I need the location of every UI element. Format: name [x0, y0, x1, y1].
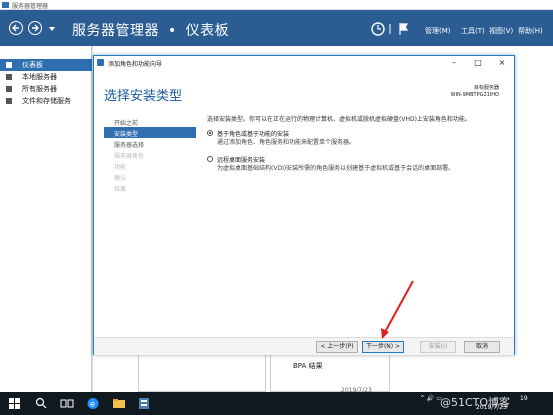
watermark: @51CTO博客 [440, 396, 511, 409]
installation-type-description: 选择安装类型。你可以在正在运行的物理计算机、虚拟机或脱机虚拟硬盘(VHD)上安装… [207, 116, 471, 123]
task-view-icon[interactable] [60, 397, 74, 410]
destination-server-label: 目标服务器 [473, 85, 499, 91]
app-header: 服务器管理器 • 仪表板 管理(M) 工具(T) 视图(V) 帮助(H) [0, 10, 553, 46]
menu-manage[interactable]: 管理(M) [425, 26, 451, 36]
step-features: 功能 [104, 160, 196, 171]
wizard-icon [97, 59, 104, 66]
wizard-heading: 选择安装类型 [104, 89, 183, 104]
step-label: 结果 [114, 186, 127, 193]
sidebar-item-label: 文件和存储服务 [22, 97, 71, 105]
refresh-icon[interactable] [371, 22, 385, 36]
sidebar-item-local-server[interactable]: 本地服务器 [0, 71, 92, 83]
server-manager-taskbar-icon[interactable] [137, 397, 151, 410]
sidebar-item-label: 仪表板 [22, 61, 43, 69]
back-button[interactable] [9, 21, 23, 35]
sidebar-item-all-servers[interactable]: 所有服务器 [0, 83, 92, 95]
server-manager-icon [2, 2, 9, 8]
step-label: 安装类型 [114, 131, 139, 138]
step-server-roles: 服务器角色 [104, 149, 196, 160]
option-description: 为虚拟桌面基础结构(VDI)安装所需的角色服务以创建基于虚拟机或基于会话的桌面部… [217, 165, 455, 172]
edge-browser-icon[interactable]: e [86, 397, 100, 410]
window-title: 服务器管理器 [12, 3, 49, 10]
dialog-footer: < 上一步(P) 下一步(N) > 安装(I) 取消 [94, 337, 514, 355]
forward-button[interactable] [28, 21, 42, 35]
file-explorer-icon[interactable] [112, 397, 126, 410]
destination-server-name: WIN-9MBTPG21IHO [450, 92, 499, 98]
sidebar-item-file-storage[interactable]: 文件和存储服务 [0, 95, 92, 107]
tray-icons: ^ 🔊 ▭ [420, 395, 442, 402]
storage-icon [6, 98, 12, 104]
arrow-right-icon [32, 24, 39, 32]
step-label: 开始之前 [114, 120, 139, 127]
option-description: 通过添加角色、角色服务和功能来配置单个服务器。 [217, 139, 356, 146]
close-button[interactable]: × [490, 57, 514, 69]
radio-role-based[interactable] [207, 130, 213, 136]
next-button[interactable]: 下一步(N) > [362, 341, 404, 353]
add-roles-wizard: 添加角色和功能向导 – □ × 选择安装类型 目标服务器 WIN-9MBTPG2… [93, 55, 515, 355]
menu-view[interactable]: 视图(V) [489, 26, 513, 36]
svg-text:e: e [90, 400, 95, 409]
server-icon [6, 74, 12, 80]
step-results: 结果 [104, 182, 196, 193]
app-title: 服务器管理器 [72, 23, 159, 39]
header-tools [371, 22, 409, 36]
dialog-titlebar: 添加角色和功能向导 – □ × [94, 56, 514, 70]
servers-icon [6, 86, 12, 92]
dashboard-right-panel [513, 46, 553, 392]
page-name: 仪表板 [185, 23, 230, 39]
step-server-selection[interactable]: 服务器选择 [104, 138, 196, 149]
previous-button[interactable]: < 上一步(P) [316, 341, 358, 353]
step-label: 服务器角色 [114, 153, 145, 160]
arrow-left-icon [12, 24, 19, 32]
history-dropdown-icon[interactable] [49, 27, 55, 31]
menu-tools[interactable]: 工具(T) [461, 26, 485, 36]
cancel-button[interactable]: 取消 [464, 341, 500, 353]
page-title: 服务器管理器 • 仪表板 [72, 20, 229, 40]
step-installation-type[interactable]: 安装类型 [104, 127, 196, 138]
dashboard-icon [6, 62, 12, 68]
bpa-results-label: BPA 结果 [293, 362, 323, 370]
step-label: 确认 [114, 175, 127, 182]
sidebar-item-dashboard[interactable]: 仪表板 [0, 59, 92, 71]
sidebar-item-label: 所有服务器 [22, 85, 57, 93]
start-icon[interactable] [8, 397, 22, 410]
flag-icon[interactable] [399, 23, 409, 35]
step-before-you-begin[interactable]: 开始之前 [104, 116, 196, 127]
menu-help[interactable]: 帮助(H) [518, 26, 543, 36]
radio-remote-desktop[interactable] [207, 156, 213, 162]
sidebar: 仪表板 本地服务器 所有服务器 文件和存储服务 [0, 46, 92, 392]
window-titlebar: 服务器管理器 [0, 0, 553, 10]
title-separator: • [167, 23, 177, 39]
maximize-button[interactable]: □ [466, 57, 490, 69]
install-button: 安装(I) [420, 341, 456, 353]
sidebar-item-label: 本地服务器 [22, 73, 57, 81]
minimize-button[interactable]: – [442, 57, 466, 69]
tray-time: 19 [520, 395, 528, 402]
step-confirmation: 确认 [104, 171, 196, 182]
step-label: 服务器选择 [114, 142, 145, 149]
search-icon[interactable] [34, 397, 48, 410]
step-label: 功能 [114, 164, 127, 171]
dialog-title: 添加角色和功能向导 [108, 61, 163, 68]
